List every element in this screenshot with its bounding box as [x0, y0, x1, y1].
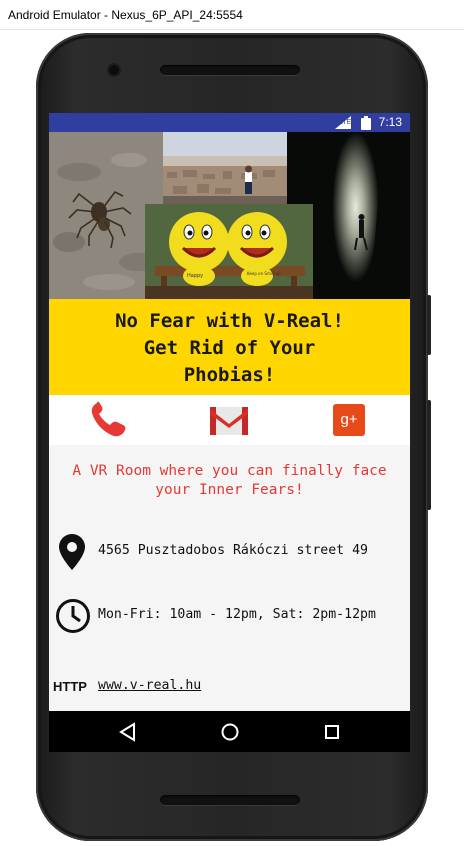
website-link[interactable]: www.v-real.hu — [98, 678, 201, 693]
header-collage: Happy Keep on Smiling! — [49, 132, 410, 299]
hours-text: Mon-Fri: 10am - 12pm, Sat: 2pm-12pm — [98, 607, 376, 622]
google-plus-label: g+ — [340, 411, 358, 428]
app-screen: LTE 7:13 Happy Keep on Smiling! No Fear … — [49, 113, 410, 752]
front-camera — [109, 65, 119, 75]
gmail-icon[interactable] — [209, 401, 249, 439]
address-text: 4565 Pusztadobos Rákóczi street 49 — [98, 543, 368, 558]
window-title: Android Emulator - Nexus_6P_API_24:5554 — [0, 0, 464, 30]
status-bar: LTE 7:13 — [49, 113, 410, 132]
city-view-photo — [163, 132, 287, 212]
http-label: HTTP — [53, 679, 87, 694]
phone-icon[interactable] — [89, 401, 129, 439]
address-row[interactable]: 4565 Pusztadobos Rákóczi street 49 — [49, 532, 410, 572]
website-row: HTTP www.v-real.hu — [49, 666, 410, 706]
smiley-caption-right: Keep on Smiling! — [247, 271, 281, 276]
google-plus-icon[interactable]: g+ — [333, 404, 365, 436]
back-icon[interactable] — [117, 721, 139, 743]
smiley-toys-photo: Happy Keep on Smiling! — [145, 204, 313, 299]
hours-row: Mon-Fri: 10am - 12pm, Sat: 2pm-12pm — [49, 596, 410, 636]
navigation-bar — [49, 711, 410, 752]
contact-bar: g+ — [49, 395, 410, 445]
tagline: A VR Room where you can finally face you… — [72, 463, 387, 498]
network-label: LTE — [339, 119, 352, 126]
clock-icon — [56, 599, 90, 633]
home-icon[interactable] — [219, 721, 241, 743]
headline-banner: No Fear with V-Real! Get Rid of Your Pho… — [49, 299, 410, 395]
bottom-speaker — [160, 795, 300, 805]
smiley-caption-left: Happy — [187, 273, 203, 279]
top-speaker — [160, 65, 300, 75]
battery-icon — [361, 116, 371, 130]
volume-button[interactable] — [427, 400, 431, 510]
location-pin-icon — [59, 534, 85, 570]
recents-icon[interactable] — [321, 721, 343, 743]
clock: 7:13 — [378, 115, 402, 129]
power-button[interactable] — [427, 295, 431, 355]
